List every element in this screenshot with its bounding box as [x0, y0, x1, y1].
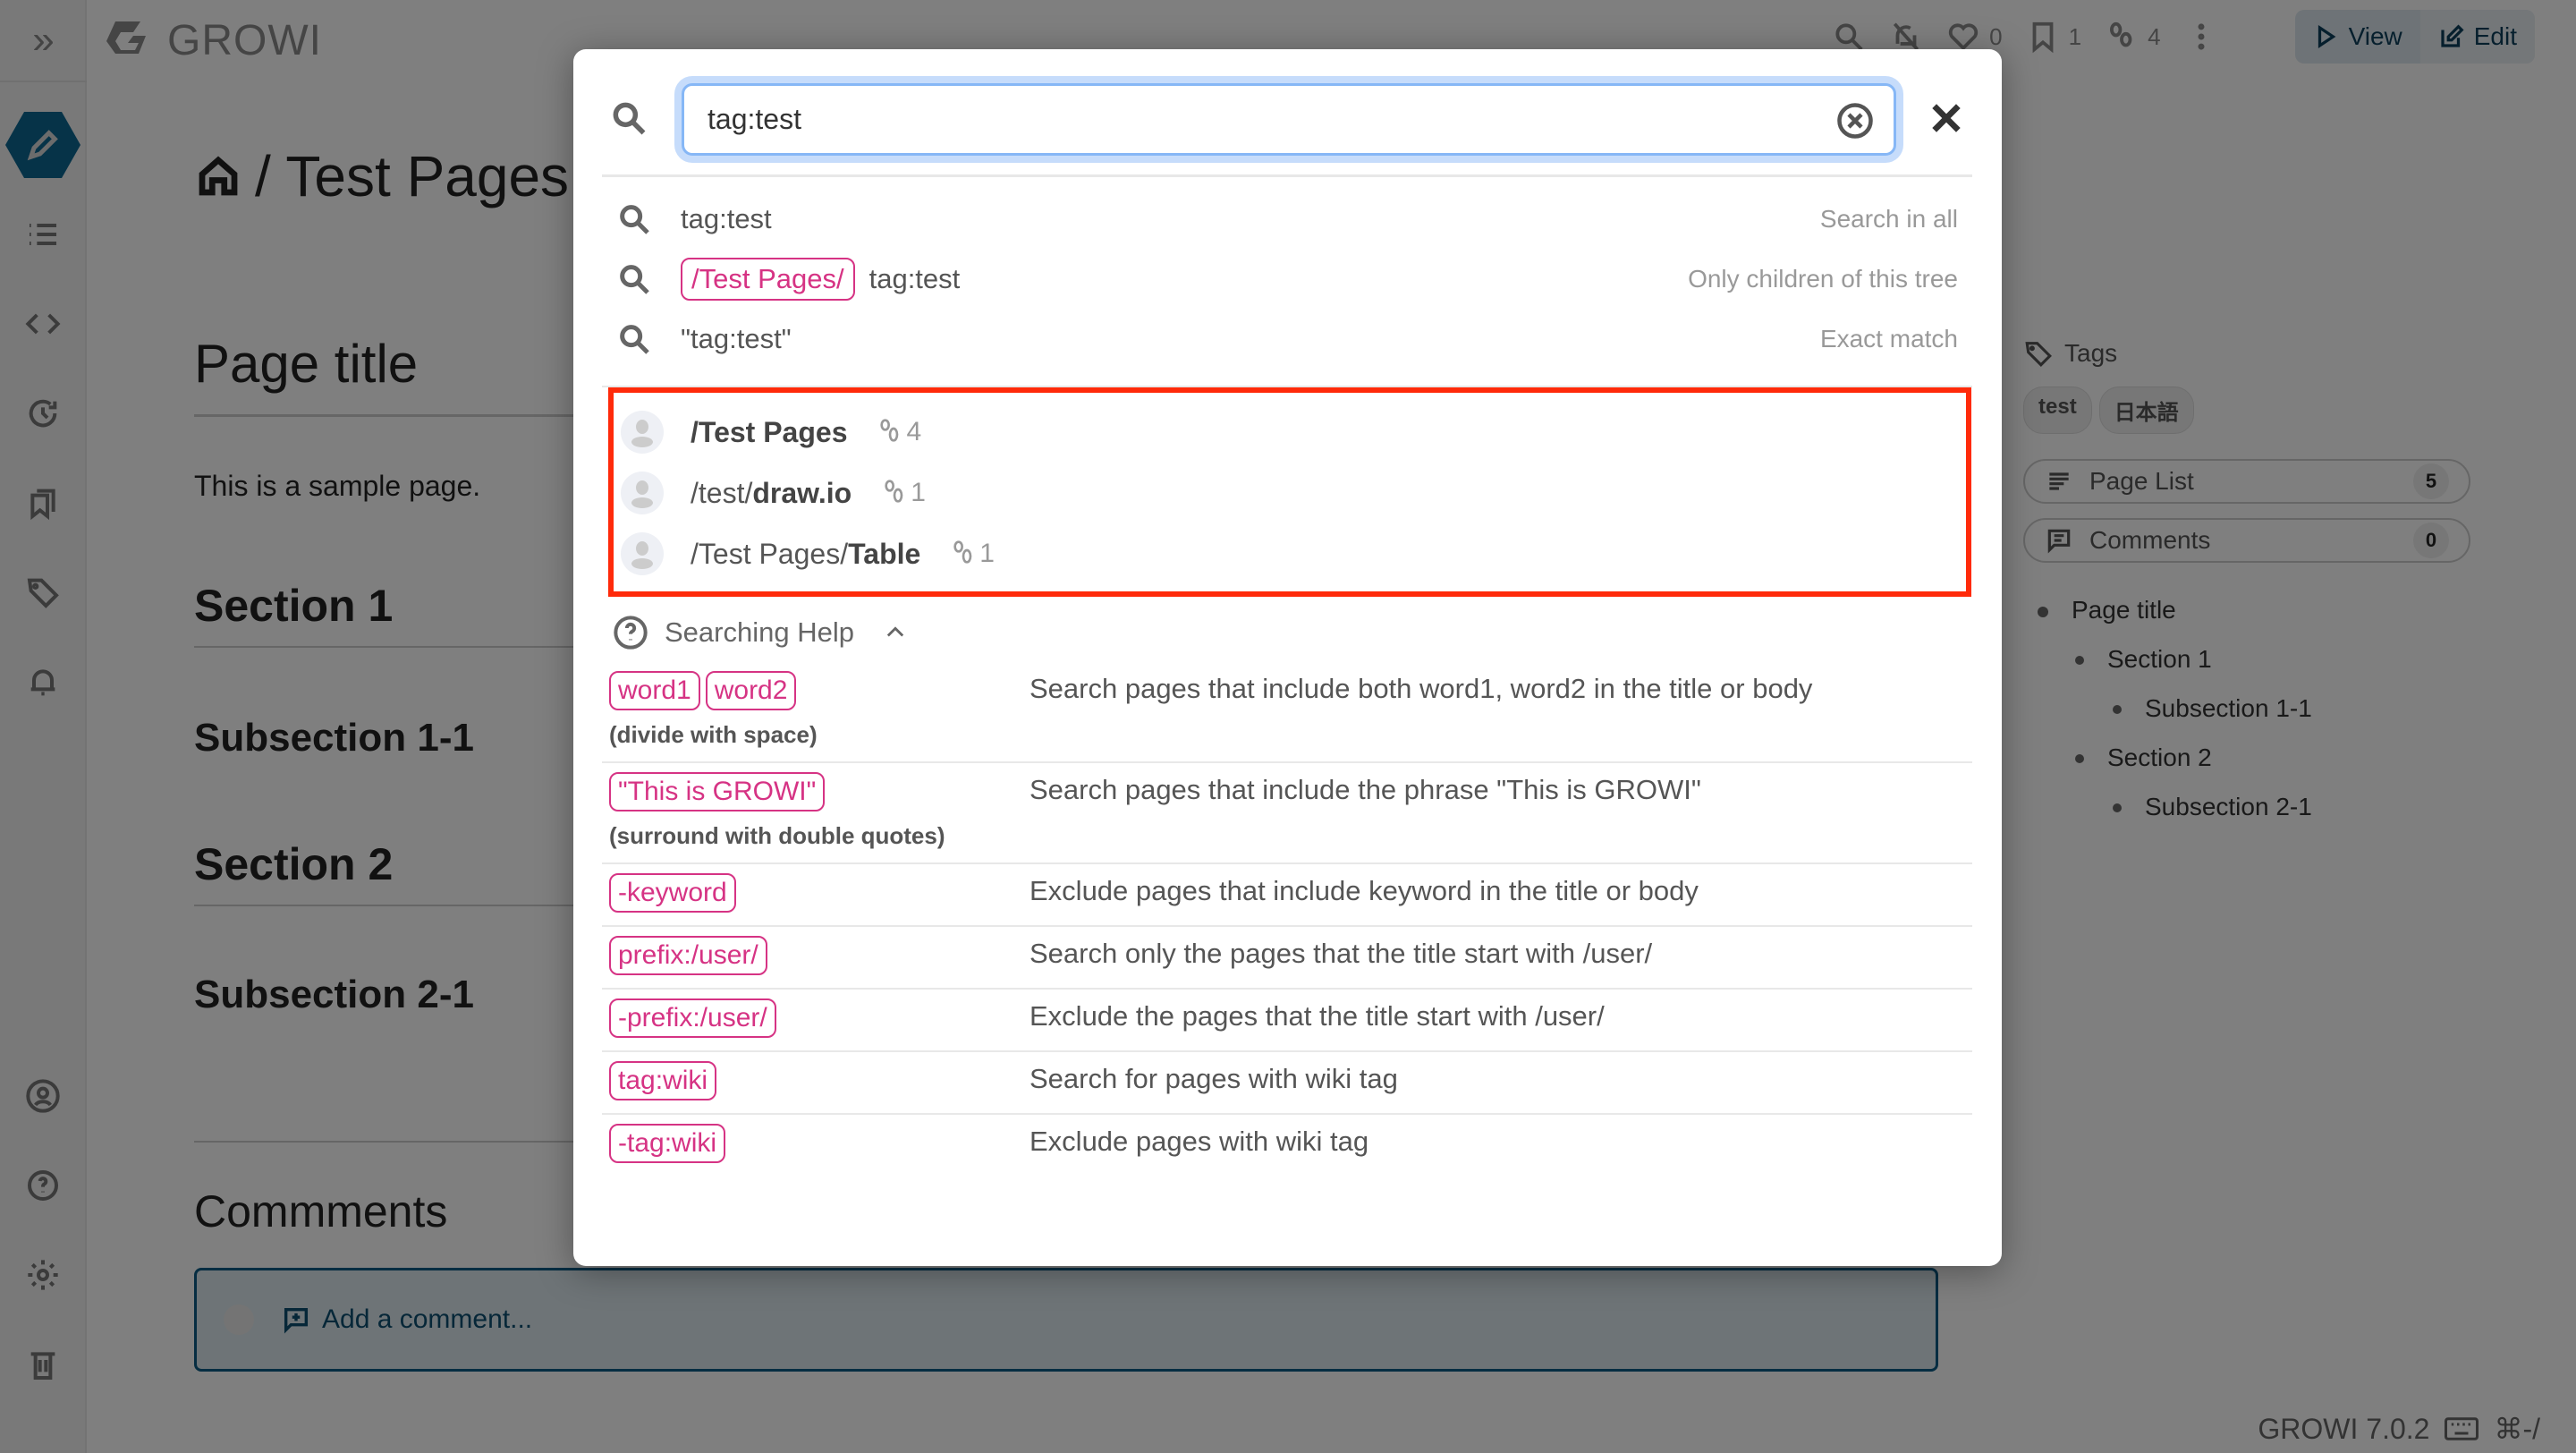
- seen-count: 1: [882, 478, 926, 508]
- seen-value: 1: [979, 539, 995, 568]
- help-row: prefix:/user/ Search only the pages that…: [602, 927, 1972, 990]
- suggestion-query: tag:test: [681, 203, 772, 234]
- result-path-name: draw.io: [752, 476, 852, 509]
- suggestion-search-all[interactable]: tag:test Search in all: [616, 192, 1958, 246]
- help-note: (surround with double quotes): [609, 822, 945, 849]
- avatar: [621, 472, 664, 514]
- help-description: Search only the pages that the title sta…: [1030, 938, 1653, 969]
- help-keyword: tag:wiki: [609, 1061, 717, 1100]
- chevron-up-icon: [886, 626, 904, 637]
- footprints-icon: [880, 419, 899, 442]
- close-icon: [1932, 104, 1961, 132]
- help-keyword: -tag:wiki: [609, 1124, 726, 1163]
- help-keyword: -keyword: [609, 873, 736, 913]
- result-path-name: /Test Pages: [691, 415, 848, 448]
- help-description: Search pages that include the phrase "Th…: [1030, 774, 1701, 805]
- search-icon: [620, 265, 649, 294]
- seen-count: 4: [877, 417, 921, 447]
- help-keyword: word2: [705, 671, 797, 710]
- help-row: -prefix:/user/ Exclude the pages that th…: [602, 990, 1972, 1052]
- suggestion-hint: Exact match: [1819, 325, 1958, 353]
- help-title: Searching Help: [665, 616, 854, 648]
- help-description: Exclude pages that include keyword in th…: [1030, 875, 1699, 906]
- search-result-item[interactable]: /Test Pages/Table 1: [621, 527, 995, 581]
- search-input[interactable]: [684, 86, 1894, 153]
- clear-search-button[interactable]: [1836, 102, 1874, 140]
- searching-help-table: word1 word2 (divide with space) Search p…: [602, 662, 1972, 1176]
- help-row: "This is GROWI" (surround with double qu…: [602, 763, 1972, 864]
- footprints-icon: [953, 540, 972, 564]
- help-row: -keyword Exclude pages that include keyw…: [602, 864, 1972, 927]
- footprints-icon: [885, 480, 903, 503]
- search-result-item[interactable]: /test/draw.io 1: [621, 466, 926, 520]
- help-keyword: word1: [609, 671, 700, 710]
- scope-badge: /Test Pages/: [681, 258, 855, 301]
- help-description: Exclude pages with wiki tag: [1030, 1126, 1369, 1157]
- help-keyword: -prefix:/user/: [609, 998, 776, 1038]
- search-icon: [620, 325, 649, 354]
- help-keyword: prefix:/user/: [609, 936, 767, 975]
- result-path-prefix: /test/: [691, 476, 753, 509]
- clear-circle-icon: [1837, 103, 1873, 139]
- suggestion-query: tag:test: [869, 263, 961, 294]
- seen-value: 1: [911, 478, 926, 507]
- search-modal: tag:test Search in all /Test Pages/ tag:…: [573, 49, 2002, 1266]
- avatar: [621, 532, 664, 575]
- help-row: word1 word2 (divide with space) Search p…: [602, 662, 1972, 763]
- help-row: tag:wiki Search for pages with wiki tag: [602, 1052, 1972, 1115]
- help-keyword: "This is GROWI": [609, 772, 826, 811]
- help-row: -tag:wiki Exclude pages with wiki tag: [602, 1115, 1972, 1176]
- search-result-item[interactable]: /Test Pages 4: [621, 405, 921, 459]
- help-circle-icon: [614, 616, 648, 650]
- suggestion-hint: Only children of this tree: [1688, 265, 1958, 293]
- suggestion-exact-match[interactable]: "tag:test" Exact match: [616, 312, 1958, 366]
- result-path-name: Table: [848, 537, 921, 570]
- divider: [602, 174, 1972, 177]
- search-results-highlight: /Test Pages 4 /test/draw.io 1 /Test Page…: [608, 387, 1971, 597]
- suggestion-query: "tag:test": [681, 323, 792, 354]
- result-path-prefix: /Test Pages/: [691, 537, 849, 570]
- seen-value: 4: [906, 417, 922, 446]
- help-description: Search for pages with wiki tag: [1030, 1063, 1398, 1094]
- close-modal-button[interactable]: [1928, 100, 1964, 136]
- search-icon: [620, 205, 649, 234]
- avatar: [621, 411, 664, 454]
- search-field: [682, 83, 1896, 156]
- seen-count: 1: [951, 539, 995, 569]
- help-note: (divide with space): [609, 721, 818, 748]
- searching-help-toggle[interactable]: Searching Help: [613, 615, 908, 650]
- suggestion-children-of-tree[interactable]: /Test Pages/ tag:test Only children of t…: [616, 252, 1958, 306]
- help-description: Search pages that include both word1, wo…: [1030, 673, 1813, 704]
- help-description: Exclude the pages that the title start w…: [1030, 1000, 1605, 1032]
- suggestion-hint: Search in all: [1819, 205, 1958, 233]
- search-icon: [609, 98, 648, 138]
